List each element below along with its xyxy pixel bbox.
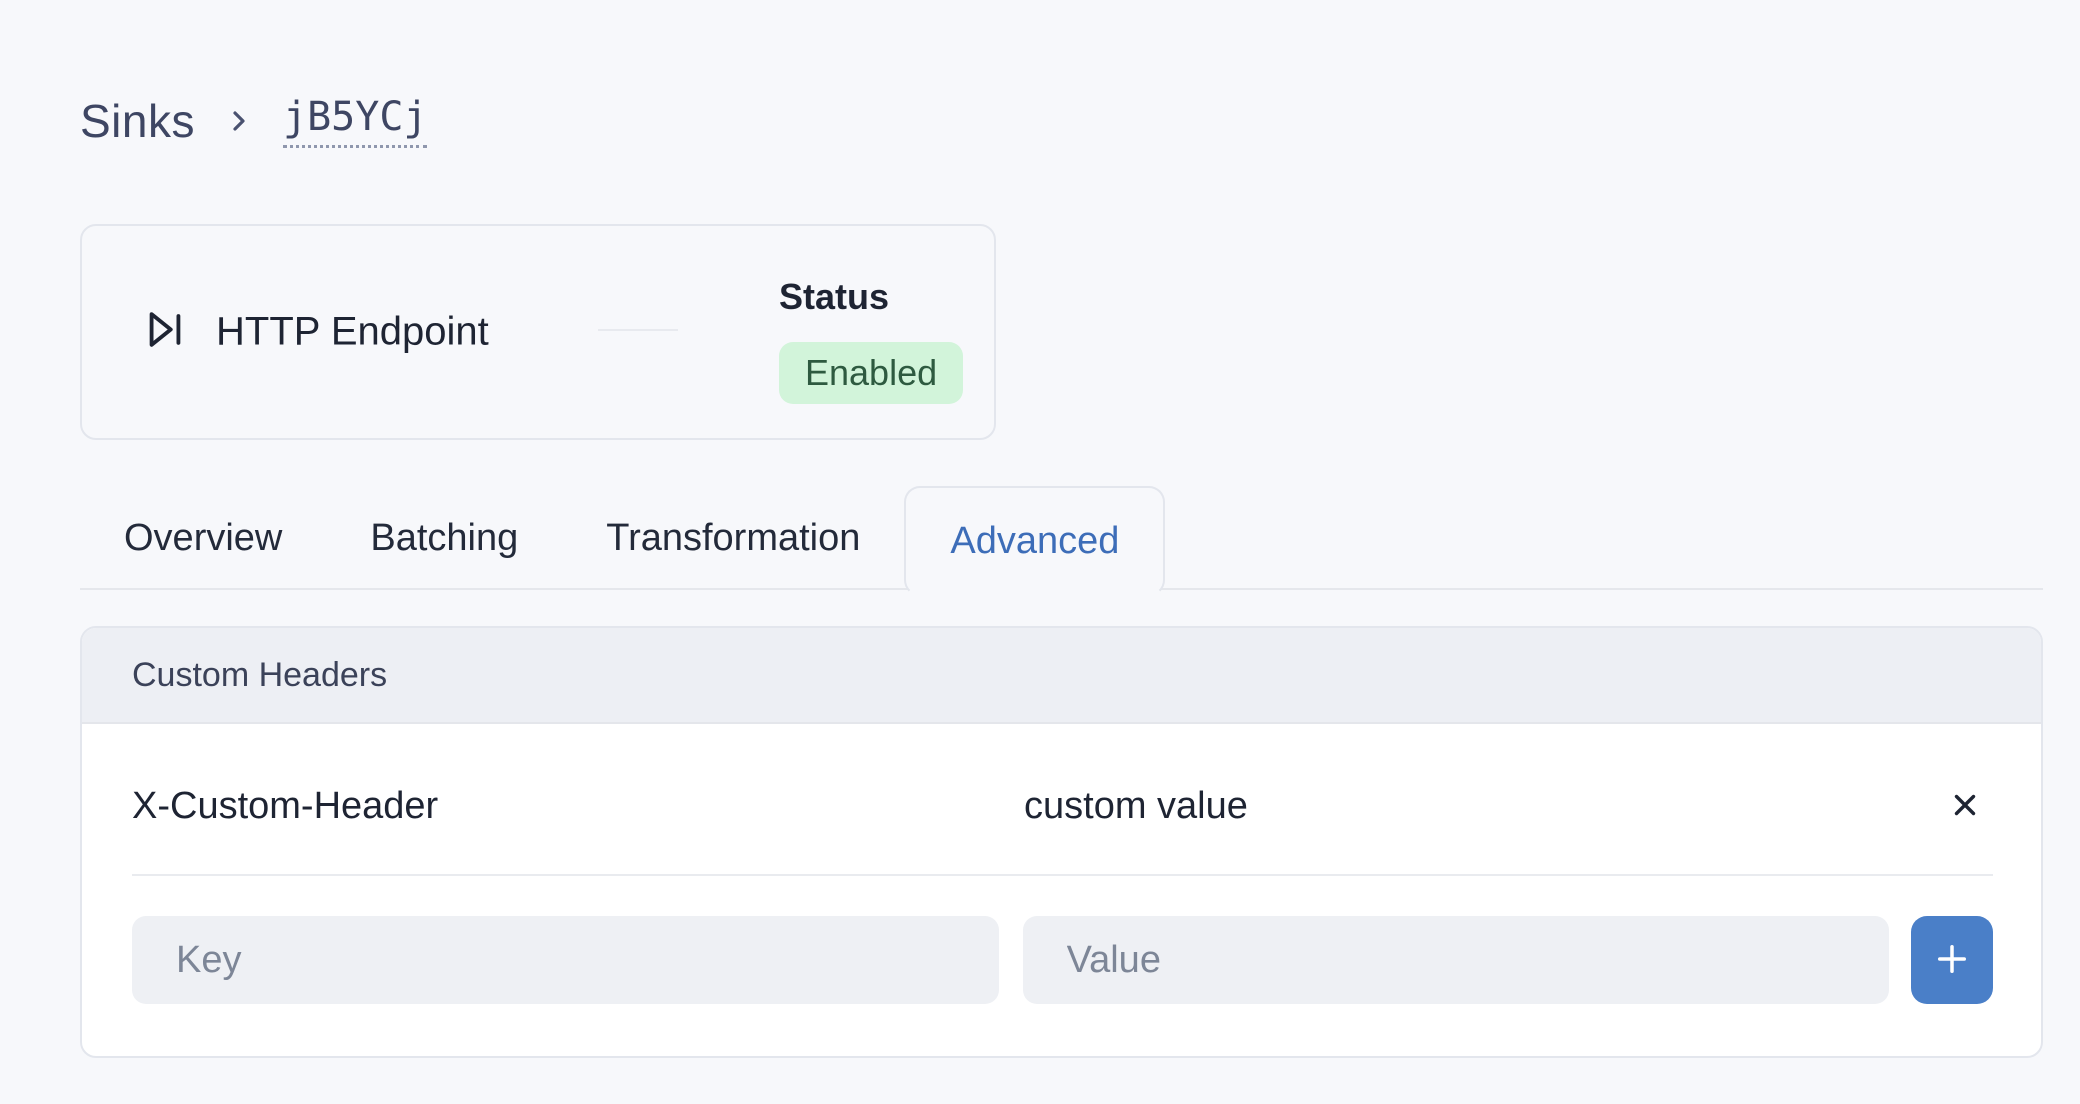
status-block: Status Enabled [779,276,963,404]
tab-row: Overview Batching Transformation Advance… [80,486,2043,590]
header-value-text: custom value [1024,785,1892,828]
status-label: Status [779,276,963,318]
custom-headers-title: Custom Headers [132,656,387,695]
chevron-right-icon [223,105,255,137]
breadcrumb: Sinks jB5YCj [80,0,2043,148]
tab-batching[interactable]: Batching [326,486,562,590]
plus-icon [1931,938,1973,983]
tab-transformation[interactable]: Transformation [562,486,904,590]
endpoint-summary-card: HTTP Endpoint Status Enabled [80,224,996,440]
breadcrumb-sink-id[interactable]: jB5YCj [283,94,428,148]
breadcrumb-sinks-link[interactable]: Sinks [80,94,195,148]
sink-detail-tabs: Overview Batching Transformation Advance… [80,486,2043,590]
divider [598,329,678,331]
endpoint-type-title: HTTP Endpoint [216,310,489,355]
header-key-input[interactable] [132,916,999,1004]
endpoint-identity: HTTP Endpoint [142,307,489,358]
skip-forward-icon [142,307,188,358]
x-icon [1948,788,1982,825]
add-header-button[interactable] [1911,916,1993,1004]
header-key-value-text: X-Custom-Header [132,785,1000,828]
header-row: X-Custom-Header custom value [132,778,1993,834]
header-value-input[interactable] [1023,916,1890,1004]
status-badge: Enabled [779,342,963,404]
tab-overview[interactable]: Overview [80,486,326,590]
tab-advanced[interactable]: Advanced [904,486,1165,596]
divider [132,874,1993,876]
custom-headers-title-bar: Custom Headers [82,628,2041,724]
page-content: Sinks jB5YCj HTTP Endpoint Status Enable… [80,0,2043,1058]
custom-headers-body: X-Custom-Header custom value [82,724,2041,1056]
custom-headers-card: Custom Headers X-Custom-Header custom va… [80,626,2043,1058]
add-header-row [132,916,1993,1004]
remove-header-button[interactable] [1937,778,1993,834]
